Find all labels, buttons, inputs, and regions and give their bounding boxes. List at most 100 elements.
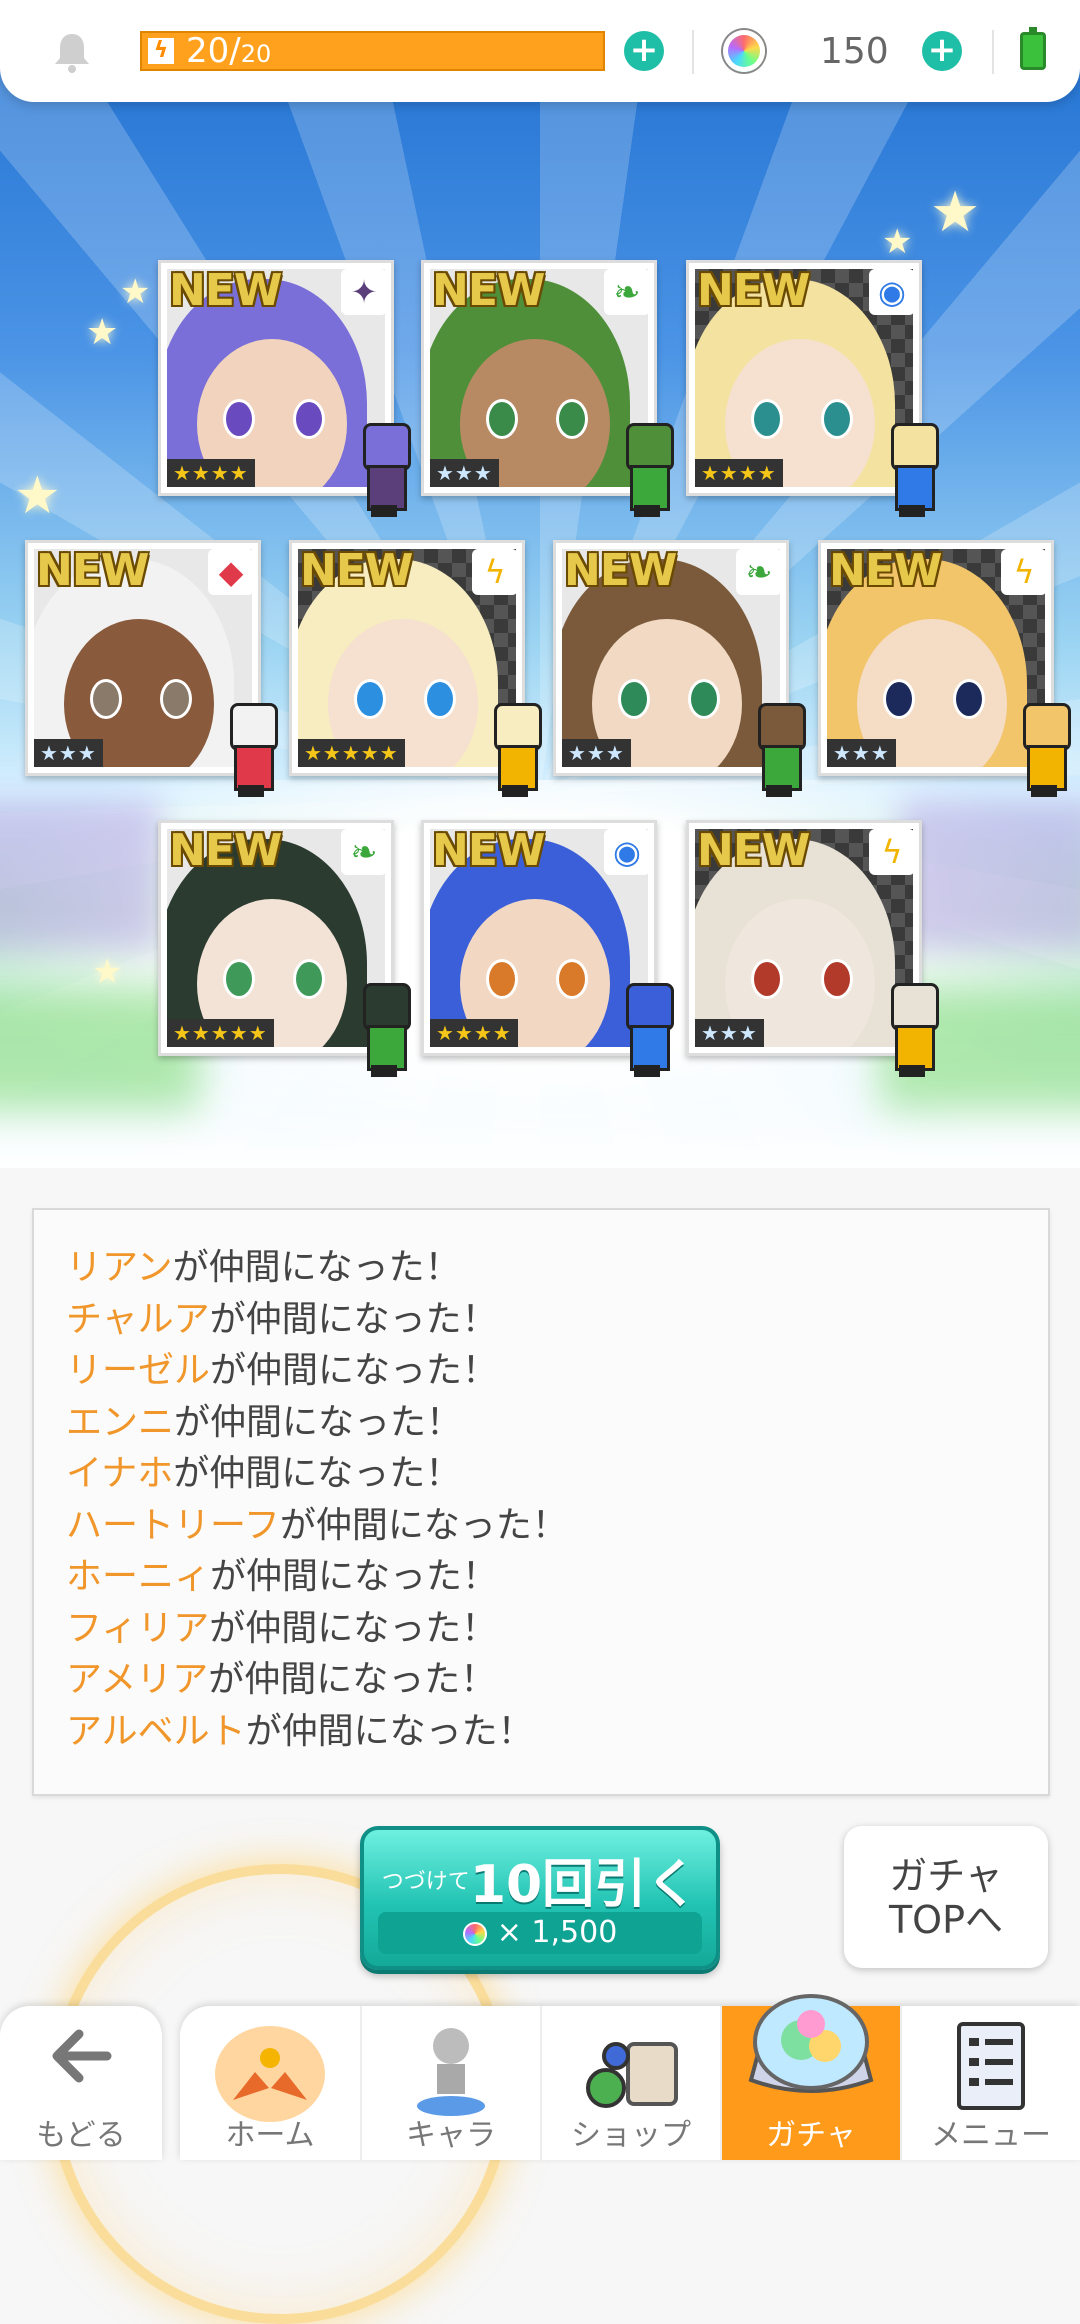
character-card[interactable]: NEW ϟ ★★★ (818, 540, 1071, 797)
pull-cost: × 1,500 (378, 1912, 702, 1954)
tab-shop[interactable]: ショップ (540, 2006, 720, 2160)
character-name: リアン (66, 1247, 173, 1288)
new-badge: NEW (564, 545, 677, 596)
add-stamina-button[interactable]: + (624, 31, 664, 71)
character-card[interactable]: NEW ❧ ★★★ (553, 540, 806, 797)
rarity-stars: ★★★ (827, 739, 896, 767)
recruit-message-log: リアンが仲間になった！ チャルアが仲間になった！ リーゼルが仲間になった！ エンニが仲… (32, 1208, 1050, 1796)
pixel-sprite (216, 703, 286, 799)
pixel-sprite (349, 423, 419, 519)
pixel-sprite (612, 983, 682, 1079)
water-icon: ◉ (604, 829, 650, 875)
tab-gacha[interactable]: ガチャ (720, 1994, 900, 2160)
character-card[interactable]: NEW ◆ ★★★ (25, 540, 278, 797)
back-button[interactable]: もどる (0, 2006, 162, 2160)
tab-menu[interactable]: メニュー (900, 2006, 1080, 2160)
recruit-suffix: が仲間になった！ (209, 1607, 498, 1649)
recruit-suffix: が仲間になった！ (174, 1401, 463, 1443)
pull-main-label: 10回引く (469, 1855, 699, 1915)
wind-icon: ❧ (736, 549, 782, 595)
gacha-top-label-1: ガチャ (889, 1854, 1003, 1898)
tab-chara[interactable]: キャラ (360, 2006, 540, 2160)
gacha-capsule-icon (748, 1994, 874, 2093)
recruit-message: エンニが仲間になった！ (66, 1397, 1048, 1449)
new-badge: NEW (300, 545, 413, 596)
recruit-message: アルベルトが仲間になった！ (66, 1706, 1048, 1758)
recruit-suffix: が仲間になった！ (210, 1556, 499, 1597)
sparkle-star-icon: ★ (86, 312, 119, 353)
rarity-stars: ★★★ (34, 739, 103, 767)
character-name: チャルア (66, 1298, 210, 1340)
new-badge: NEW (829, 545, 942, 596)
sparkle-star-icon: ★ (882, 222, 913, 262)
battery-icon (1020, 27, 1046, 70)
recruit-message: アメリアが仲間になった！ (66, 1654, 1048, 1706)
pull-prefix: つづけて (381, 1869, 470, 1895)
sparkle-star-icon: ★ (14, 466, 61, 526)
dark-icon: ✦ (341, 269, 387, 315)
recruit-message: フィリアが仲間になった！ (66, 1603, 1048, 1655)
pixel-sprite (480, 703, 550, 799)
wind-icon: ❧ (341, 829, 387, 875)
character-card[interactable]: NEW ✦ ★★★★ (158, 260, 411, 517)
pixel-sprite (744, 703, 814, 799)
gacha-top-button[interactable]: ガチャ TOPへ (844, 1826, 1048, 1968)
back-arrow-icon (52, 2029, 112, 2083)
pixel-sprite (612, 423, 682, 519)
lightning-icon: ϟ (472, 549, 518, 595)
sparkle-star-icon: ★ (120, 272, 151, 312)
pull-10-again-button[interactable]: つづけて10回引く × 1,500 (360, 1826, 720, 1970)
chara-label: キャラ (406, 2118, 496, 2153)
gem-icon (462, 1921, 487, 1946)
recruit-message-list: リアンが仲間になった！ チャルアが仲間になった！ リーゼルが仲間になった！ エンニが仲… (34, 1210, 1048, 1757)
shop-label: ショップ (571, 2118, 691, 2153)
character-card[interactable]: NEW ❧ ★★★ (421, 260, 674, 517)
divider (992, 30, 994, 74)
gacha-top-label-2: TOPへ (888, 1898, 1004, 1942)
pull-button-label: つづけて10回引く (364, 1842, 716, 1917)
character-card[interactable]: NEW ◉ ★★★★ (686, 260, 939, 517)
menu-list-icon (957, 2022, 1025, 2110)
stamina-bar: ϟ 20/20 (140, 31, 605, 71)
new-badge: NEW (169, 265, 282, 316)
recruit-suffix: が仲間になった！ (245, 1710, 534, 1752)
character-name: アルベルト (66, 1710, 246, 1752)
rarity-stars: ★★★ (562, 739, 631, 767)
character-card[interactable]: NEW ◉ ★★★★ (421, 820, 674, 1077)
gacha-label: ガチャ (766, 2118, 856, 2153)
character-name: イナホ (66, 1453, 174, 1494)
home-icon (215, 2026, 325, 2122)
notification-bell-icon[interactable] (50, 30, 94, 74)
new-badge: NEW (697, 265, 810, 316)
rarity-stars: ★★★ (430, 459, 499, 487)
character-name: ハートリーフ (66, 1504, 280, 1546)
lightning-icon: ϟ (869, 829, 915, 875)
new-badge: NEW (432, 825, 545, 876)
rarity-stars: ★★★★ (167, 459, 255, 487)
pull-cost-value: × 1,500 (496, 1915, 618, 1950)
menu-label: メニュー (931, 2118, 1051, 2153)
pixel-sprite (877, 423, 947, 519)
status-bar: ϟ 20/20 + 150 + (0, 0, 1080, 102)
add-gems-button[interactable]: + (922, 31, 962, 71)
rarity-stars: ★★★★★ (167, 1019, 274, 1047)
rarity-stars: ★★★ (695, 1019, 764, 1047)
sparkle-star-icon: ★ (930, 180, 981, 245)
stamina-value: 20/20 (186, 31, 272, 71)
character-card[interactable]: NEW ϟ ★★★★★ (289, 540, 542, 797)
character-name: アメリア (66, 1659, 209, 1700)
recruit-suffix: が仲間になった！ (210, 1350, 499, 1391)
home-label: ホーム (225, 2118, 315, 2153)
gem-count: 150 (820, 31, 889, 72)
recruit-suffix: が仲間になった！ (208, 1659, 497, 1700)
rainbow-gem-icon (723, 30, 765, 72)
lightning-icon: ϟ (1001, 549, 1047, 595)
tab-home[interactable]: ホーム (180, 2006, 360, 2160)
bottom-nav: ホーム キャラ ショップ ガチャ メニュー (180, 1994, 1080, 2160)
character-card[interactable]: NEW ❧ ★★★★★ (158, 820, 411, 1077)
rarity-stars: ★★★★ (695, 459, 783, 487)
sparkle-star-icon: ★ (92, 952, 123, 992)
character-card[interactable]: NEW ϟ ★★★ (686, 820, 939, 1077)
rarity-stars: ★★★★★ (298, 739, 405, 767)
new-badge: NEW (432, 265, 545, 316)
